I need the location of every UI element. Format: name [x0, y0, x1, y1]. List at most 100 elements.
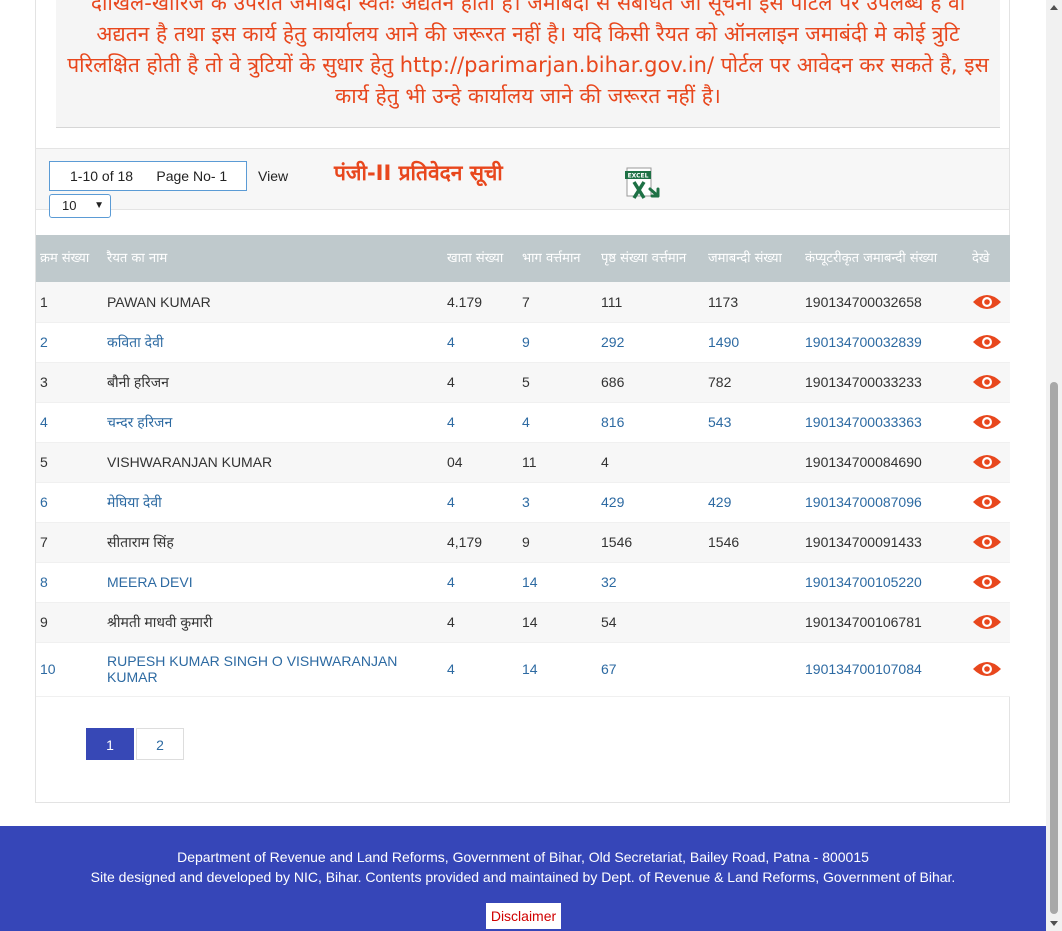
excel-export-icon[interactable]: EXCEL	[624, 165, 664, 201]
view-cell	[968, 442, 1010, 483]
col-header-bhag: भाग वर्त्तमान	[518, 235, 597, 282]
cell-name: मेघिया देवी	[103, 482, 443, 523]
cell-page: 429	[597, 482, 704, 523]
eye-icon[interactable]	[972, 412, 1002, 432]
cell-serial: 6	[36, 482, 103, 523]
table-row: 5 VISHWARANJAN KUMAR 04 11 4 19013470008…	[36, 442, 1010, 483]
page-scrollbar[interactable]	[1046, 0, 1062, 931]
col-header-serial: क्रम संख्या	[36, 235, 103, 282]
cell-computerized: 190134700091433	[801, 522, 968, 563]
cell-khata: 4	[443, 402, 518, 443]
record-range-display: 1-10 of 18 Page No- 1	[49, 161, 247, 191]
report-title: पंजी-II प्रतिवेदन सूची	[334, 161, 503, 185]
cell-bhag: 4	[518, 402, 597, 443]
notice-box: दाखिल-खारिज के उपरांत जमाबंदी स्वतः अद्य…	[56, 0, 1000, 128]
scroll-up-arrow-icon[interactable]	[1046, 0, 1062, 16]
cell-khata: 4	[443, 562, 518, 603]
eye-icon[interactable]	[972, 612, 1002, 632]
view-cell	[968, 362, 1010, 403]
notice-text: दाखिल-खारिज के उपरांत जमाबंदी स्वतः अद्य…	[67, 0, 989, 108]
cell-computerized: 190134700106781	[801, 602, 968, 643]
table-row: 4 चन्दर हरिजन 4 4 816 543 19013470003336…	[36, 402, 1010, 443]
cell-name: बौनी हरिजन	[103, 362, 443, 403]
cell-bhag: 14	[518, 562, 597, 603]
col-header-page: पृष्ठ संख्या वर्त्तमान	[597, 235, 704, 282]
cell-name: RUPESH KUMAR SINGH O VISHWARANJAN KUMAR	[103, 642, 443, 697]
cell-computerized: 190134700032658	[801, 282, 968, 323]
cell-bhag: 11	[518, 442, 597, 483]
cell-khata: 4	[443, 362, 518, 403]
col-header-khata: खाता संख्या	[443, 235, 518, 282]
cell-serial: 5	[36, 442, 103, 483]
cell-jamabandi: 1490	[704, 322, 801, 363]
view-label: View	[258, 168, 289, 184]
cell-jamabandi: 543	[704, 402, 801, 443]
cell-computerized: 190134700084690	[801, 442, 968, 483]
cell-computerized: 190134700087096	[801, 482, 968, 523]
col-header-view: देखे	[968, 235, 1010, 282]
cell-page: 111	[597, 282, 704, 323]
scroll-down-arrow-icon[interactable]	[1046, 915, 1062, 931]
cell-jamabandi: 1546	[704, 522, 801, 563]
page: दाखिल-खारिज के उपरांत जमाबंदी स्वतः अद्य…	[0, 0, 1046, 931]
page-size-select[interactable]: 10 ▼	[49, 194, 111, 218]
eye-icon[interactable]	[972, 572, 1002, 592]
cell-page: 32	[597, 562, 704, 603]
cell-page: 686	[597, 362, 704, 403]
view-cell	[968, 282, 1010, 323]
cell-serial: 9	[36, 602, 103, 643]
content-panel: दाखिल-खारिज के उपरांत जमाबंदी स्वतः अद्य…	[35, 0, 1010, 803]
view-cell	[968, 602, 1010, 643]
table-row: 3 बौनी हरिजन 4 5 686 782 190134700033233	[36, 362, 1010, 403]
cell-serial: 2	[36, 322, 103, 363]
table-row: 9 श्रीमती माधवी कुमारी 4 14 54 190134700…	[36, 602, 1010, 643]
eye-icon[interactable]	[972, 292, 1002, 312]
col-header-jamabandi: जमाबन्दी संख्या	[704, 235, 801, 282]
table-row: 6 मेघिया देवी 4 3 429 429 19013470008709…	[36, 482, 1010, 523]
cell-khata: 04	[443, 442, 518, 483]
scrollbar-thumb[interactable]	[1050, 382, 1058, 914]
disclaimer-link[interactable]: Disclaimer	[486, 903, 561, 929]
cell-computerized: 190134700032839	[801, 322, 968, 363]
eye-icon[interactable]	[972, 659, 1002, 679]
cell-khata: 4,179	[443, 522, 518, 563]
site-footer: Department of Revenue and Land Reforms, …	[0, 826, 1046, 931]
page-size-value: 10	[62, 198, 77, 213]
eye-icon[interactable]	[972, 372, 1002, 392]
cell-jamabandi: 429	[704, 482, 801, 523]
cell-name: श्रीमती माधवी कुमारी	[103, 602, 443, 643]
cell-serial: 1	[36, 282, 103, 323]
table-row: 8 MEERA DEVI 4 14 32 190134700105220	[36, 562, 1010, 603]
cell-bhag: 7	[518, 282, 597, 323]
eye-icon[interactable]	[972, 332, 1002, 352]
cell-page: 1546	[597, 522, 704, 563]
cell-name: कविता देवी	[103, 322, 443, 363]
cell-khata: 4	[443, 602, 518, 643]
view-cell	[968, 562, 1010, 603]
eye-icon[interactable]	[972, 492, 1002, 512]
table-row: 7 सीताराम सिंह 4,179 9 1546 1546 1901347…	[36, 522, 1010, 563]
cell-khata: 4.179	[443, 282, 518, 323]
cell-page: 816	[597, 402, 704, 443]
col-header-name: रैयत का नाम	[103, 235, 443, 282]
cell-name: VISHWARANJAN KUMAR	[103, 442, 443, 483]
col-header-computerized: कंप्यूटरीकृत जमाबन्दी संख्या	[801, 235, 968, 282]
cell-bhag: 14	[518, 602, 597, 643]
jamabandi-table: क्रम संख्या रैयत का नाम खाता संख्या भाग …	[36, 235, 1010, 697]
cell-name: चन्दर हरिजन	[103, 402, 443, 443]
cell-jamabandi: 1173	[704, 282, 801, 323]
eye-icon[interactable]	[972, 452, 1002, 472]
view-cell	[968, 642, 1010, 697]
footer-address: Department of Revenue and Land Reforms, …	[177, 849, 869, 865]
pagination: 12	[86, 728, 184, 762]
view-cell	[968, 482, 1010, 523]
page-link-2[interactable]: 2	[136, 728, 184, 760]
cell-computerized: 190134700107084	[801, 642, 968, 697]
view-cell	[968, 522, 1010, 563]
page-link-1[interactable]: 1	[86, 728, 134, 760]
cell-page: 54	[597, 602, 704, 643]
footer-credits: Site designed and developed by NIC, Biha…	[90, 869, 956, 885]
cell-page: 4	[597, 442, 704, 483]
cell-name: PAWAN KUMAR	[103, 282, 443, 323]
eye-icon[interactable]	[972, 532, 1002, 552]
